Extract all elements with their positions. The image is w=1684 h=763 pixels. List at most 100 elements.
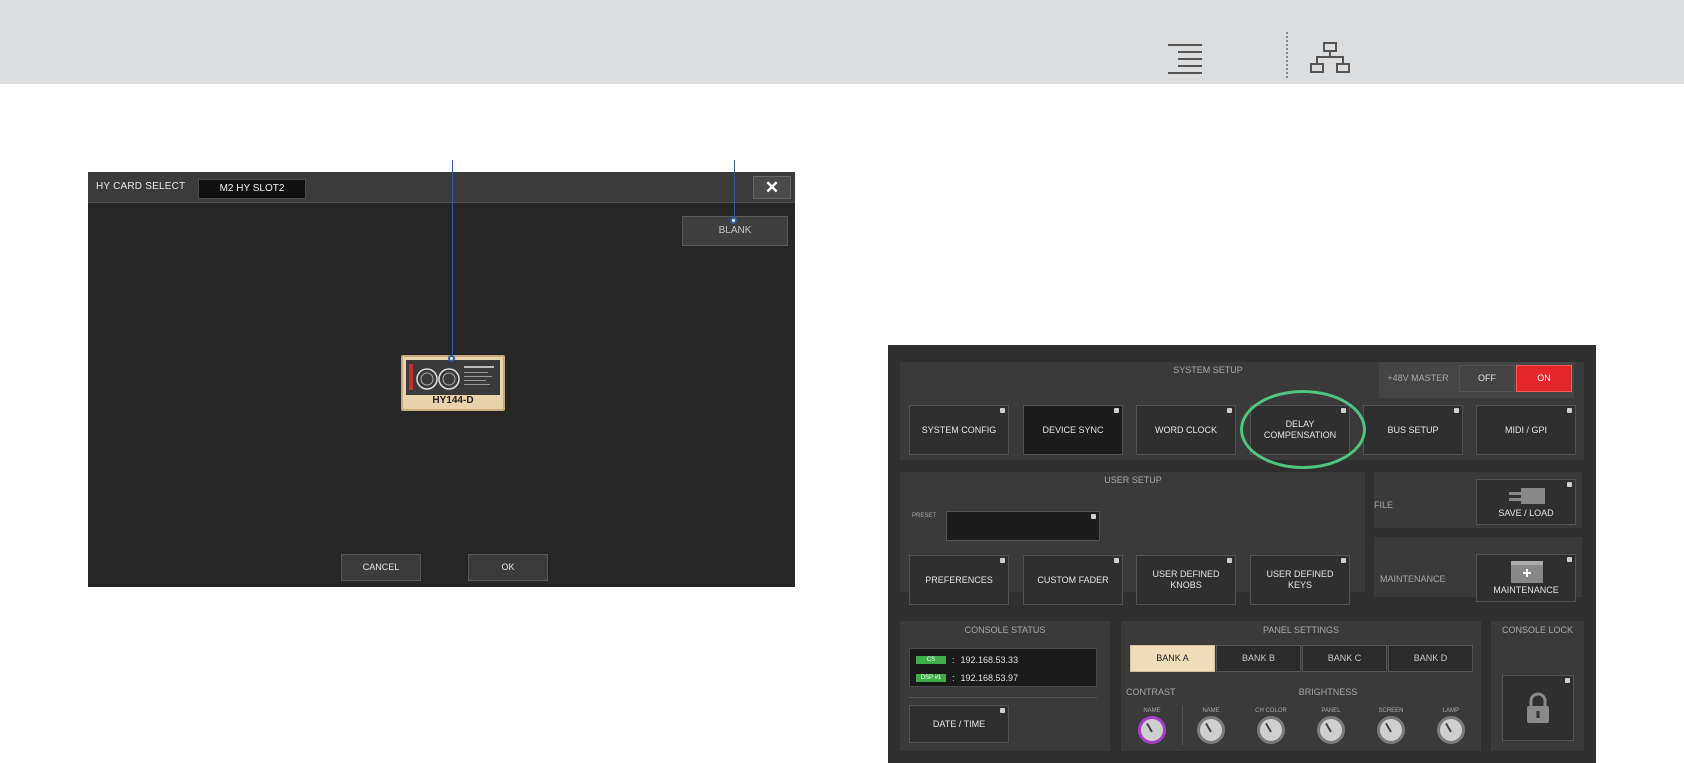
popup-corner-icon: [1000, 558, 1005, 563]
panel-gap: [1366, 472, 1374, 528]
word-clock-label: WORD CLOCK: [1154, 424, 1217, 435]
bank-d-button[interactable]: BANK D: [1388, 645, 1473, 672]
card-label: HY144-D: [432, 395, 474, 406]
file-label: FILE: [1374, 500, 1394, 510]
brightness-label: BRIGHTNESS: [1298, 687, 1358, 697]
card-image: [406, 360, 500, 395]
device-sync-button[interactable]: DEVICE SYNC: [1023, 405, 1123, 455]
preferences-button[interactable]: PREFERENCES: [909, 555, 1009, 605]
knob-pointer: [1265, 722, 1272, 733]
device-sync-label: DEVICE SYNC: [1042, 424, 1104, 435]
brightness-knob-label: LAMP: [1442, 708, 1460, 714]
midi-gpi-button[interactable]: MIDI / GPI: [1476, 405, 1576, 455]
callout-line-card: [452, 160, 453, 358]
popup-corner-icon: [1000, 708, 1005, 713]
brightness-screen-knob[interactable]: [1377, 716, 1405, 744]
system-config-button[interactable]: SYSTEM CONFIG: [909, 405, 1009, 455]
popup-corner-icon: [1114, 558, 1119, 563]
system-config-label: SYSTEM CONFIG: [921, 424, 997, 435]
brightness-knob-label: PANEL: [1321, 708, 1341, 714]
cancel-button[interactable]: CANCEL: [341, 554, 421, 581]
word-clock-button[interactable]: WORD CLOCK: [1136, 405, 1236, 455]
brightness-ch-color-knob[interactable]: [1257, 716, 1285, 744]
knob-pointer: [1146, 722, 1153, 733]
brightness-knob-label: CH COLOR: [1255, 708, 1287, 714]
popup-corner-icon: [1341, 558, 1346, 563]
contrast-label: CONTRAST: [1126, 687, 1176, 697]
status-badge: DSP #1: [916, 674, 946, 682]
custom-fader-button[interactable]: CUSTOM FADER: [1023, 555, 1123, 605]
brightness-knob-label: SCREEN: [1378, 708, 1404, 714]
popup-corner-icon: [1227, 558, 1232, 563]
brightness-panel-knob[interactable]: [1317, 716, 1345, 744]
popup-corner-icon: [1000, 408, 1005, 413]
date-time-button[interactable]: DATE / TIME: [909, 705, 1009, 743]
preset-label: PRESET: [912, 513, 937, 519]
popup-corner-icon: [1567, 482, 1572, 487]
user-defined-keys-button[interactable]: USER DEFINED KEYS: [1250, 555, 1350, 605]
callout-dot-blank: [730, 217, 737, 224]
custom-fader-label: CUSTOM FADER: [1037, 574, 1109, 585]
lock-icon: [1527, 692, 1549, 723]
hierarchy-icon[interactable]: [1310, 42, 1350, 74]
dialog-title: HY CARD SELECT: [96, 181, 186, 192]
menu-lines-icon[interactable]: [1168, 44, 1202, 74]
preset-field[interactable]: [946, 511, 1100, 541]
date-time-label: DATE / TIME: [932, 718, 986, 729]
maintenance-button-label: MAINTENANCE: [1493, 585, 1559, 595]
midi-gpi-label: MIDI / GPI: [1504, 424, 1547, 435]
console-lock-button[interactable]: [1502, 675, 1574, 741]
highlight-ellipse: [1240, 390, 1366, 469]
user-defined-keys-label: USER DEFINED KEYS: [1266, 569, 1334, 590]
preferences-label: PREFERENCES: [925, 574, 993, 585]
bank-b-button[interactable]: BANK B: [1216, 645, 1301, 672]
user-setup-title: USER SETUP: [1104, 475, 1162, 485]
brightness-lamp-knob[interactable]: [1437, 716, 1465, 744]
contrast-knob-label: NAME: [1143, 708, 1161, 714]
hy-card-select-dialog: HY CARD SELECT M2 HY SLOT2 ✕ BLANK HY144…: [88, 172, 795, 587]
console-status-title: CONSOLE STATUS: [964, 625, 1046, 635]
status-badge: CS: [916, 656, 946, 664]
knob-pointer: [1385, 722, 1392, 733]
save-load-button[interactable]: SAVE / LOAD: [1476, 479, 1576, 525]
brightness-knob-label: NAME: [1202, 708, 1220, 714]
status-ip: 192.168.53.97: [960, 673, 1019, 683]
ok-button[interactable]: OK: [468, 554, 548, 581]
knob-pointer: [1205, 722, 1212, 733]
system-setup-title: SYSTEM SETUP: [1173, 365, 1243, 375]
panel-settings-panel: [1121, 621, 1481, 751]
popup-corner-icon: [1565, 678, 1570, 683]
knob-pointer: [1325, 722, 1332, 733]
user-defined-knobs-button[interactable]: USER DEFINED KNOBS: [1136, 555, 1236, 605]
contrast-name-knob[interactable]: [1138, 716, 1166, 744]
bus-setup-label: BUS SETUP: [1387, 424, 1439, 435]
close-button[interactable]: ✕: [753, 176, 791, 199]
top-bar: [0, 0, 1684, 84]
popup-corner-icon: [1227, 408, 1232, 413]
phantom-on-button[interactable]: ON: [1516, 365, 1572, 392]
dialog-header: HY CARD SELECT M2 HY SLOT2 ✕: [88, 172, 795, 203]
popup-corner-icon: [1567, 557, 1572, 562]
console-lock-title: CONSOLE LOCK: [1501, 625, 1574, 635]
status-separator: :: [952, 655, 955, 665]
callout-dot-card: [448, 355, 455, 362]
phantom-off-button[interactable]: OFF: [1459, 365, 1515, 392]
brightness-name-knob[interactable]: [1197, 716, 1225, 744]
toolbar-divider: [1286, 32, 1288, 78]
status-separator: :: [952, 673, 955, 683]
user-defined-knobs-label: USER DEFINED KNOBS: [1152, 569, 1220, 590]
status-row-dsp: DSP #1 : 192.168.53.97: [916, 672, 1018, 684]
bus-setup-button[interactable]: BUS SETUP: [1363, 405, 1463, 455]
maintenance-button[interactable]: MAINTENANCE: [1476, 554, 1576, 602]
bank-a-button[interactable]: BANK A: [1130, 645, 1215, 672]
hy144-d-card-button[interactable]: HY144-D: [401, 355, 505, 411]
maintenance-icon: [1511, 561, 1543, 583]
save-load-label: SAVE / LOAD: [1498, 508, 1554, 518]
divider: [1182, 705, 1183, 745]
popup-corner-icon: [1114, 408, 1119, 413]
maintenance-label: MAINTENANCE: [1380, 574, 1446, 584]
popup-corner-icon: [1567, 408, 1572, 413]
divider: [909, 697, 1097, 698]
popup-corner-icon: [1091, 514, 1096, 519]
bank-c-button[interactable]: BANK C: [1302, 645, 1387, 672]
